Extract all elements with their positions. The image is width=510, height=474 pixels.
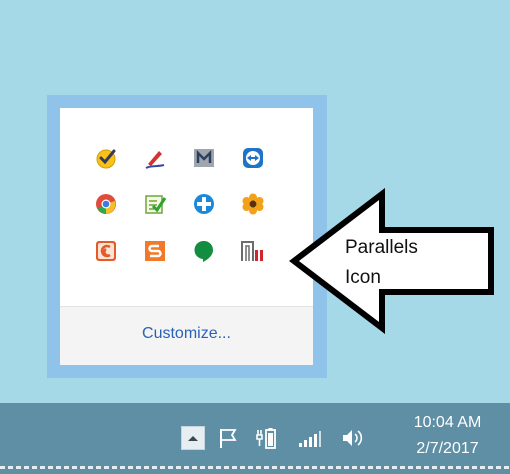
flower-icon[interactable] xyxy=(240,191,266,217)
battery-plug-icon[interactable] xyxy=(256,426,280,450)
show-hidden-icons-button[interactable] xyxy=(181,426,205,450)
taskbar-clock[interactable]: 10:04 AM 2/7/2017 xyxy=(395,410,500,462)
app-s-icon[interactable] xyxy=(142,238,168,264)
tray-overflow-flyout: Customize... xyxy=(47,95,327,378)
orange-swirl-icon[interactable] xyxy=(93,238,119,264)
notes-check-icon[interactable] xyxy=(142,191,168,217)
chevron-up-icon xyxy=(188,436,198,441)
tray-icon-grid xyxy=(60,108,313,306)
flyout-panel: Customize... xyxy=(60,108,313,365)
clock-date: 2/7/2017 xyxy=(416,440,479,457)
mega-m-icon[interactable] xyxy=(191,145,217,171)
chrome-icon[interactable] xyxy=(93,191,119,217)
action-center-flag-icon[interactable] xyxy=(218,426,240,450)
customize-link[interactable]: Customize... xyxy=(142,325,231,343)
clock-time: 10:04 AM xyxy=(413,414,482,431)
taskbar-edge xyxy=(0,466,510,469)
pen-icon[interactable] xyxy=(142,145,168,171)
speaker-volume-icon[interactable] xyxy=(341,426,367,450)
callout-label: Parallels Icon xyxy=(345,233,445,293)
medical-cross-icon[interactable] xyxy=(191,191,217,217)
customize-footer: Customize... xyxy=(60,307,313,365)
callout-line-2: Icon xyxy=(345,267,381,288)
teamviewer-icon[interactable] xyxy=(240,145,266,171)
hangouts-icon[interactable] xyxy=(191,238,217,264)
parallels-icon[interactable] xyxy=(240,238,266,264)
task-check-icon[interactable] xyxy=(93,145,119,171)
callout-line-1: Parallels xyxy=(345,237,418,258)
signal-bars-icon[interactable] xyxy=(298,426,322,450)
